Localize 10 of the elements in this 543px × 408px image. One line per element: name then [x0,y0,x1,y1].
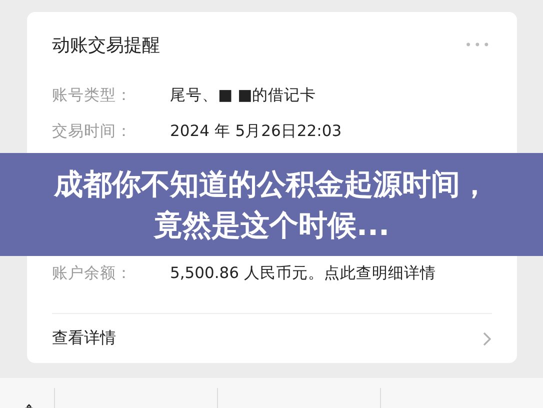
field-value: 尾号、■ ■的借记卡 [170,84,316,106]
headline: 成都你不知道的公积金起源时间，竟然是这个时候... [52,166,490,244]
field-value: 2024 年 5月26日22:03 [170,120,342,142]
field-label: 账号类型： [52,84,133,106]
field-label: 交易时间： [52,120,133,142]
field-value: 5,500.86 人民币元。点此查明细详情 [170,262,436,284]
chevron-icon [482,330,492,347]
field-label: 账户余额： [52,262,133,284]
card-title: 动账交易提醒 [52,34,160,57]
details-link[interactable]: 查看详情 [52,313,492,363]
